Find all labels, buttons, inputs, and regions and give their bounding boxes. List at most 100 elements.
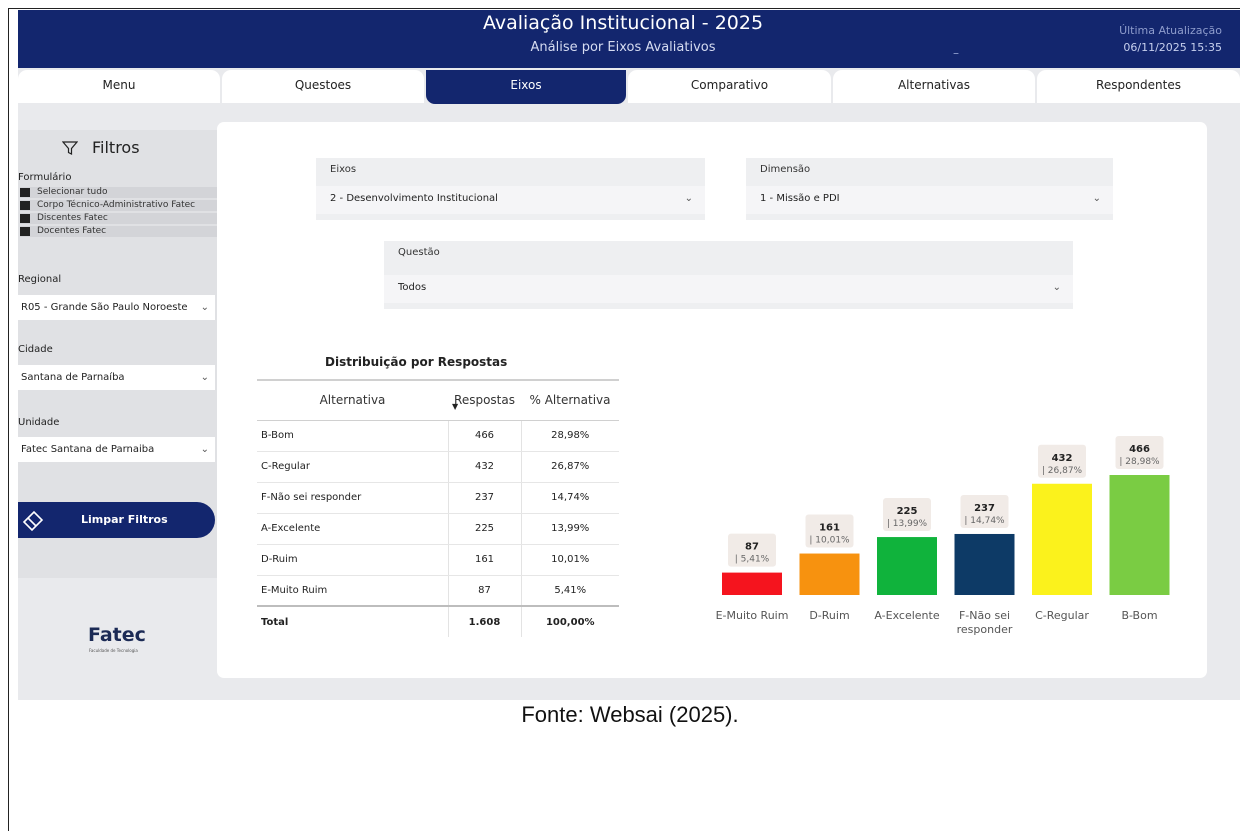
table-row[interactable]: A-Excelente 225 13,99% bbox=[257, 513, 619, 545]
filters-title-text: Filtros bbox=[92, 138, 140, 157]
nav-tabs: Menu Questoes Eixos Comparativo Alternat… bbox=[18, 70, 1240, 104]
data-label-value: 87 bbox=[745, 542, 759, 553]
tab-menu[interactable]: Menu bbox=[18, 70, 220, 103]
chevron-down-icon: ⌄ bbox=[200, 302, 209, 313]
data-label-value: 237 bbox=[974, 503, 995, 514]
column-header-alternativa[interactable]: Alternativa bbox=[257, 379, 448, 421]
checkbox-label: Discentes Fatec bbox=[37, 213, 108, 223]
unidade-dropdown[interactable]: Fatec Santana de Parnaiba ⌄ bbox=[18, 437, 215, 462]
cell-respostas: 161 bbox=[447, 544, 521, 576]
unidade-label: Unidade bbox=[18, 417, 60, 428]
table-row[interactable]: C-Regular 432 26,87% bbox=[257, 451, 619, 483]
checkbox-corpo-tecnico[interactable]: Corpo Técnico-Administrativo Fatec bbox=[20, 200, 225, 211]
cell-respostas: 87 bbox=[447, 575, 521, 607]
cell-percent: 13,99% bbox=[520, 513, 619, 545]
report-header: Avaliação Institucional - 2025 Análise p… bbox=[18, 10, 1240, 68]
data-label-value: 466 bbox=[1129, 444, 1150, 455]
x-tick-label: F-Não sei bbox=[959, 609, 1010, 622]
questao-value: Todos bbox=[398, 282, 427, 293]
cell-alternativa: D-Ruim bbox=[257, 544, 448, 576]
data-label-value: 225 bbox=[897, 506, 918, 517]
table-row[interactable]: E-Muito Ruim 87 5,41% bbox=[257, 575, 619, 607]
regional-dropdown[interactable]: R05 - Grande São Paulo Noroeste ⌄ bbox=[18, 295, 215, 320]
eixos-filter: Eixos 2 - Desenvolvimento Institucional ⌄ bbox=[316, 158, 705, 220]
figure-caption: Fonte: Websai (2025). bbox=[521, 702, 739, 727]
distribution-table: Alternativa Respostas % Alternativa B-Bo… bbox=[257, 379, 619, 637]
table-row[interactable]: B-Bom 466 28,98% bbox=[257, 420, 619, 452]
filters-title: Filtros bbox=[62, 138, 140, 157]
column-header-respostas[interactable]: Respostas bbox=[448, 379, 521, 421]
dimensao-value: 1 - Missão e PDI bbox=[760, 193, 840, 204]
cell-alternativa: C-Regular bbox=[257, 451, 448, 483]
table-title: Distribuição por Respostas bbox=[325, 355, 508, 369]
chart-bar[interactable] bbox=[1109, 475, 1170, 595]
cidade-label: Cidade bbox=[18, 344, 53, 355]
table-row[interactable]: D-Ruim 161 10,01% bbox=[257, 544, 619, 576]
chart-bar[interactable] bbox=[1032, 483, 1092, 595]
data-label-percent: | 13,99% bbox=[887, 519, 928, 529]
checkbox-label: Docentes Fatec bbox=[37, 226, 107, 236]
data-label-percent: | 14,74% bbox=[964, 516, 1005, 526]
x-tick-label: C-Regular bbox=[1035, 609, 1089, 622]
cell-percent: 26,87% bbox=[520, 451, 619, 483]
last-update-date: 06/11/2025 15:35 bbox=[1123, 41, 1222, 54]
eixos-label: Eixos bbox=[330, 164, 357, 175]
x-tick-label: A-Excelente bbox=[874, 609, 939, 622]
checkbox-discentes[interactable]: Discentes Fatec bbox=[20, 213, 225, 224]
data-label-value: 432 bbox=[1052, 453, 1073, 464]
regional-label: Regional bbox=[18, 274, 62, 285]
regional-value: R05 - Grande São Paulo Noroeste bbox=[21, 302, 188, 313]
chevron-down-icon: ⌄ bbox=[200, 444, 209, 455]
dimensao-dropdown[interactable]: 1 - Missão e PDI ⌄ bbox=[746, 186, 1113, 214]
data-label-percent: | 5,41% bbox=[735, 555, 770, 565]
eraser-icon bbox=[22, 510, 44, 532]
column-header-percent[interactable]: % Alternativa bbox=[521, 379, 619, 421]
data-label-value: 161 bbox=[819, 523, 840, 534]
chart-bar[interactable] bbox=[877, 537, 937, 595]
checkbox-label: Corpo Técnico-Administrativo Fatec bbox=[37, 200, 196, 210]
cell-respostas: 225 bbox=[447, 513, 521, 545]
checkbox-label: Selecionar tudo bbox=[37, 187, 108, 197]
chevron-down-icon: ⌄ bbox=[1052, 282, 1061, 293]
table-total-row: Total 1.608 100,00% bbox=[257, 605, 619, 637]
x-tick-label: B-Bom bbox=[1121, 609, 1157, 622]
x-tick-label: D-Ruim bbox=[809, 609, 849, 622]
table-row[interactable]: F-Não sei responder 237 14,74% bbox=[257, 482, 619, 514]
tab-comparativo[interactable]: Comparativo bbox=[628, 70, 831, 103]
cell-percent: 10,01% bbox=[520, 544, 619, 576]
checkbox-box bbox=[20, 214, 30, 223]
data-label-percent: | 10,01% bbox=[809, 536, 850, 546]
clear-filters-button[interactable]: Limpar Filtros bbox=[18, 502, 215, 538]
chart-bar[interactable] bbox=[799, 553, 860, 595]
checkbox-box bbox=[20, 227, 30, 236]
chart-bar[interactable] bbox=[954, 533, 1015, 595]
checkbox-box bbox=[20, 201, 30, 210]
cell-alternativa: F-Não sei responder bbox=[257, 482, 448, 514]
chart-bar[interactable] bbox=[722, 572, 782, 595]
logo-text: Fatec bbox=[88, 624, 146, 646]
header-dash: – bbox=[953, 46, 959, 60]
eixos-dropdown[interactable]: 2 - Desenvolvimento Institucional ⌄ bbox=[316, 186, 705, 214]
dimensao-filter: Dimensão 1 - Missão e PDI ⌄ bbox=[746, 158, 1113, 220]
funnel-icon bbox=[62, 141, 78, 155]
tab-questoes[interactable]: Questoes bbox=[222, 70, 424, 103]
eixos-value: 2 - Desenvolvimento Institucional bbox=[330, 193, 498, 204]
chevron-down-icon: ⌄ bbox=[684, 193, 693, 204]
tab-alternativas[interactable]: Alternativas bbox=[833, 70, 1035, 103]
page-title: Avaliação Institucional - 2025 bbox=[482, 12, 764, 34]
questao-label: Questão bbox=[398, 247, 440, 258]
clear-filters-label: Limpar Filtros bbox=[81, 513, 168, 526]
logo-subtext: Faculdade de Tecnologia bbox=[89, 648, 138, 653]
questao-dropdown[interactable]: Todos ⌄ bbox=[384, 275, 1073, 303]
fatec-logo: Fatec Faculdade de Tecnologia bbox=[88, 624, 146, 653]
tab-eixos[interactable]: Eixos bbox=[426, 70, 626, 104]
cell-percent: 5,41% bbox=[520, 575, 619, 607]
checkbox-box bbox=[20, 188, 30, 197]
checkbox-docentes[interactable]: Docentes Fatec bbox=[20, 226, 225, 237]
sort-desc-icon[interactable]: ▼ bbox=[452, 402, 458, 411]
tab-respondentes[interactable]: Respondentes bbox=[1037, 70, 1240, 103]
checkbox-selecionar-tudo[interactable]: Selecionar tudo bbox=[20, 187, 225, 198]
formulario-label: Formulário bbox=[18, 172, 72, 183]
x-tick-label: responder bbox=[957, 623, 1013, 636]
cidade-dropdown[interactable]: Santana de Parnaíba ⌄ bbox=[18, 365, 215, 390]
